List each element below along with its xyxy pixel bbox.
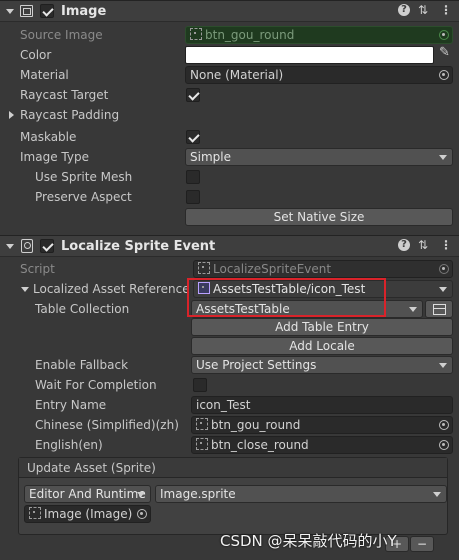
image-component-header[interactable]: Image ? ⇅ ⋮ xyxy=(0,0,459,22)
image-type-value: Simple xyxy=(190,150,231,164)
sprite-icon xyxy=(196,438,208,450)
runtime-mode-dropdown[interactable]: Editor And Runtime xyxy=(24,485,151,503)
chevron-down-icon xyxy=(439,363,447,368)
add-locale-button[interactable]: Add Locale xyxy=(191,337,453,355)
presets-icon[interactable]: ⇅ xyxy=(418,3,428,17)
target-object-value: Image (Image) xyxy=(44,507,133,521)
localized-asset-reference-label[interactable]: Localized Asset Reference xyxy=(33,281,190,297)
source-image-label: Source Image xyxy=(20,28,103,42)
script-label: Script xyxy=(20,262,55,276)
localized-asset-reference-foldout-icon[interactable] xyxy=(21,287,29,292)
chevron-down-icon xyxy=(409,307,417,312)
open-table-editor-button[interactable] xyxy=(425,300,453,318)
locale-field-en[interactable]: btn_close_round xyxy=(191,436,453,454)
locale-value-zh: btn_gou_round xyxy=(211,418,301,432)
localize-enabled-checkbox[interactable] xyxy=(40,239,54,253)
preserve-aspect-label: Preserve Aspect xyxy=(35,190,132,204)
eyedropper-icon[interactable]: ✎ xyxy=(439,45,450,60)
chevron-down-icon xyxy=(433,492,441,497)
chevron-down-icon xyxy=(439,287,447,292)
object-picker-icon[interactable] xyxy=(439,440,449,450)
highlight-annotation-box xyxy=(187,278,386,317)
set-native-size-button[interactable]: Set Native Size xyxy=(185,208,453,226)
foldout-arrow-icon[interactable] xyxy=(6,244,14,249)
raycast-padding-label[interactable]: Raycast Padding xyxy=(20,107,119,123)
script-value: LocalizeSpriteEvent xyxy=(213,262,332,276)
context-menu-icon[interactable]: ⋮ xyxy=(440,3,452,17)
raycast-target-checkbox[interactable] xyxy=(186,88,200,102)
image-component-title: Image xyxy=(61,4,107,19)
remove-event-button[interactable]: − xyxy=(410,536,434,552)
image-component-icon xyxy=(20,5,33,17)
runtime-mode-value: Editor And Runtime xyxy=(29,487,146,501)
source-image-field[interactable]: btn_gou_round xyxy=(185,26,453,44)
function-value: Image.sprite xyxy=(160,487,236,501)
watermark-text: CSDN @呆呆敲代码的小Y xyxy=(220,532,397,550)
sprite-icon xyxy=(190,28,202,40)
presets-icon[interactable]: ⇅ xyxy=(418,238,428,252)
add-table-entry-button[interactable]: Add Table Entry xyxy=(191,318,453,336)
entry-name-field[interactable]: icon_Test xyxy=(191,396,453,414)
image-icon xyxy=(29,507,41,519)
raycast-target-label: Raycast Target xyxy=(20,88,109,102)
update-asset-title: Update Asset (Sprite) xyxy=(27,461,156,475)
entry-name-label: Entry Name xyxy=(35,398,107,412)
target-object-field[interactable]: Image (Image) xyxy=(24,505,151,523)
enable-fallback-dropdown[interactable]: Use Project Settings xyxy=(191,356,453,374)
foldout-arrow-icon[interactable] xyxy=(6,9,14,14)
maskable-checkbox[interactable] xyxy=(186,130,200,144)
object-picker-icon[interactable] xyxy=(439,420,449,430)
locale-field-zh[interactable]: btn_gou_round xyxy=(191,416,453,434)
wait-for-completion-checkbox[interactable] xyxy=(193,378,207,392)
wait-for-completion-label: Wait For Completion xyxy=(35,378,157,392)
update-asset-event-box: Update Asset (Sprite) Editor And Runtime… xyxy=(18,457,448,535)
localize-component-header[interactable]: Localize Sprite Event ? ⇅ ⋮ xyxy=(0,235,459,257)
locale-label-zh: Chinese (Simplified)(zh) xyxy=(35,418,179,432)
source-image-value: btn_gou_round xyxy=(205,28,295,42)
object-picker-icon[interactable] xyxy=(439,30,449,40)
object-picker-icon[interactable] xyxy=(439,70,449,80)
chevron-down-icon xyxy=(439,155,447,160)
table-collection-label: Table Collection xyxy=(35,302,130,316)
table-icon xyxy=(432,304,446,315)
material-value: None (Material) xyxy=(190,68,284,82)
localize-component-icon xyxy=(21,239,33,253)
context-menu-icon[interactable]: ⋮ xyxy=(440,238,452,252)
material-label: Material xyxy=(20,68,69,82)
material-field[interactable]: None (Material) xyxy=(185,66,453,84)
script-icon xyxy=(198,262,210,274)
use-sprite-mesh-checkbox[interactable] xyxy=(186,170,200,184)
function-dropdown[interactable]: Image.sprite xyxy=(155,485,447,503)
help-icon[interactable]: ? xyxy=(398,239,410,251)
preserve-aspect-checkbox[interactable] xyxy=(186,190,200,204)
image-type-label: Image Type xyxy=(20,150,89,164)
locale-value-en: btn_close_round xyxy=(211,438,309,452)
color-swatch[interactable] xyxy=(185,46,434,64)
script-field: LocalizeSpriteEvent xyxy=(193,260,453,278)
enable-fallback-label: Enable Fallback xyxy=(35,358,129,372)
color-label: Color xyxy=(20,48,52,62)
sprite-icon xyxy=(196,418,208,430)
maskable-label: Maskable xyxy=(20,130,77,144)
chevron-down-icon xyxy=(137,492,145,497)
localize-component-title: Localize Sprite Event xyxy=(61,239,216,254)
image-enabled-checkbox[interactable] xyxy=(40,4,54,18)
raycast-padding-foldout-icon[interactable] xyxy=(9,111,14,119)
enable-fallback-value: Use Project Settings xyxy=(196,358,317,372)
image-type-dropdown[interactable]: Simple xyxy=(185,148,453,166)
use-sprite-mesh-label: Use Sprite Mesh xyxy=(35,170,133,184)
object-picker-icon xyxy=(439,264,449,274)
locale-label-en: English(en) xyxy=(35,438,103,452)
object-picker-icon[interactable] xyxy=(137,509,147,519)
help-icon[interactable]: ? xyxy=(398,4,410,16)
